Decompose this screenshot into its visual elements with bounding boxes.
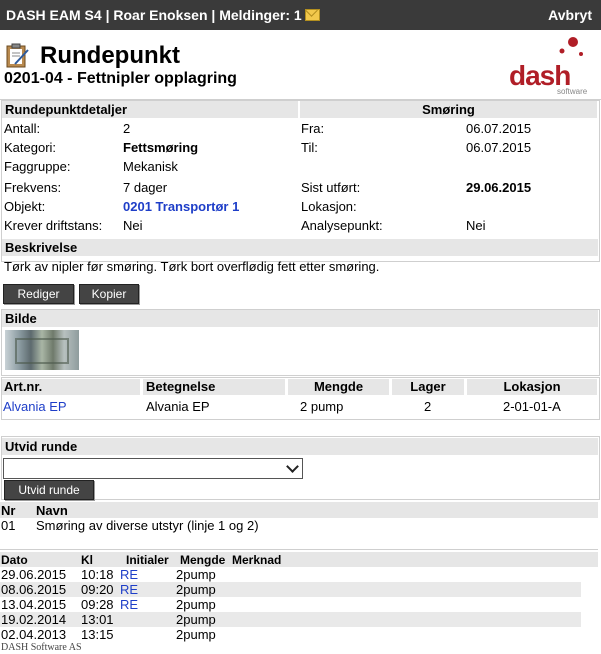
clipboard-icon <box>6 43 29 68</box>
parts-header: Art.nr. <box>2 379 140 395</box>
round-item-name: Smøring av diverse utstyr (linje 1 og 2) <box>36 518 259 533</box>
page-title: Rundepunkt <box>40 42 180 69</box>
history-quantity: 2pump <box>176 612 216 627</box>
detail-value: Fettsmøring <box>123 140 199 155</box>
expand-round-button[interactable]: Utvid runde <box>4 480 94 500</box>
expand-round-title: Utvid runde <box>2 438 598 455</box>
history-time: 13:15 <box>81 627 114 642</box>
page-subtitle: 0201-04 - Fettnipler opplagring <box>4 70 237 87</box>
parts-header: Lager <box>392 379 464 395</box>
lubrication-section-title: Smøring <box>300 101 597 118</box>
history-initials-link[interactable]: RE <box>120 582 138 597</box>
detail-label: Analysepunkt: <box>301 218 383 233</box>
detail-label: Lokasjon: <box>301 199 357 214</box>
history-time: 13:01 <box>81 612 114 627</box>
parts-header: Lokasjon <box>467 379 597 395</box>
history-header-time: Kl <box>81 553 93 567</box>
round-item-nr: 01 <box>1 518 16 533</box>
parts-header: Betegnelse <box>143 379 285 395</box>
equipment-photo[interactable] <box>5 330 79 370</box>
detail-label: Faggruppe: <box>4 159 71 174</box>
history-time: 09:28 <box>81 597 114 612</box>
detail-value: 06.07.2015 <box>466 140 532 155</box>
description-text: Tørk av nipler før smøring. Tørk bort ov… <box>4 259 380 274</box>
round-list-header <box>0 502 598 518</box>
copy-button[interactable]: Kopier <box>79 284 139 304</box>
app-title-text: DASH EAM S4 | Roar Enoksen | Meldinger: … <box>6 7 302 23</box>
part-quantity: 2 pump <box>300 399 344 414</box>
description-title: Beskrivelse <box>2 239 598 256</box>
history-date: 29.06.2015 <box>1 567 67 582</box>
history-header-initials: Initialer <box>126 553 169 567</box>
history-date: 08.06.2015 <box>1 582 67 597</box>
history-date: 19.02.2014 <box>1 612 67 627</box>
detail-value: Mekanisk <box>123 159 178 174</box>
mail-icon[interactable] <box>304 9 320 21</box>
detail-label: Objekt: <box>4 199 46 214</box>
detail-value: 7 dager <box>123 180 168 195</box>
detail-value: Nei <box>123 218 143 233</box>
app-title: DASH EAM S4 | Roar Enoksen | Meldinger: … <box>6 7 320 23</box>
detail-label: Kategori: <box>4 140 57 155</box>
round-header-nr: Nr <box>1 503 16 518</box>
details-section-title: Rundepunktdetaljer <box>2 101 298 118</box>
detail-label: Frekvens: <box>4 180 62 195</box>
edit-button[interactable]: Rediger <box>3 284 74 304</box>
round-select[interactable] <box>3 458 303 479</box>
cancel-link[interactable]: Avbryt <box>548 7 592 23</box>
history-time: 10:18 <box>81 567 114 582</box>
history-quantity: 2pump <box>176 582 216 597</box>
top-bar: DASH EAM S4 | Roar Enoksen | Meldinger: … <box>0 0 601 30</box>
dash-logo: dash software <box>505 36 595 96</box>
parts-header: Mengde <box>288 379 389 395</box>
part-location: 2-01-01-A <box>503 399 561 414</box>
history-quantity: 2pump <box>176 567 216 582</box>
detail-label: Sist utført: <box>301 180 361 195</box>
detail-label: Fra: <box>301 121 325 136</box>
part-number-link[interactable]: Alvania EP <box>3 399 67 414</box>
history-time: 09:20 <box>81 582 114 597</box>
detail-label: Til: <box>301 140 318 155</box>
part-designation: Alvania EP <box>146 399 210 414</box>
round-header-name: Navn <box>36 503 68 518</box>
history-quantity: 2pump <box>176 627 216 642</box>
detail-label: Antall: <box>4 121 41 136</box>
part-stock: 2 <box>424 399 432 414</box>
history-initials-link[interactable]: RE <box>120 597 138 612</box>
detail-value: Nei <box>466 218 486 233</box>
detail-value: 2 <box>123 121 131 136</box>
history-initials-link[interactable]: RE <box>120 567 138 582</box>
detail-value: 06.07.2015 <box>466 121 532 136</box>
image-section-title: Bilde <box>2 310 598 327</box>
history-quantity: 2pump <box>176 597 216 612</box>
detail-label: Krever driftstans: <box>4 218 103 233</box>
history-divider <box>0 549 598 550</box>
object-link[interactable]: 0201 Transportør 1 <box>123 199 239 214</box>
footer-text: DASH Software AS <box>1 642 82 653</box>
logo-sub: software <box>557 87 588 96</box>
history-header-quantity: Mengde <box>180 553 226 567</box>
history-date: 02.04.2013 <box>1 627 67 642</box>
history-header-date: Dato <box>1 553 28 567</box>
history-date: 13.04.2015 <box>1 597 67 612</box>
history-header-note: Merknad <box>232 553 282 567</box>
detail-value: 29.06.2015 <box>466 180 532 195</box>
chevron-down-icon <box>286 460 299 473</box>
